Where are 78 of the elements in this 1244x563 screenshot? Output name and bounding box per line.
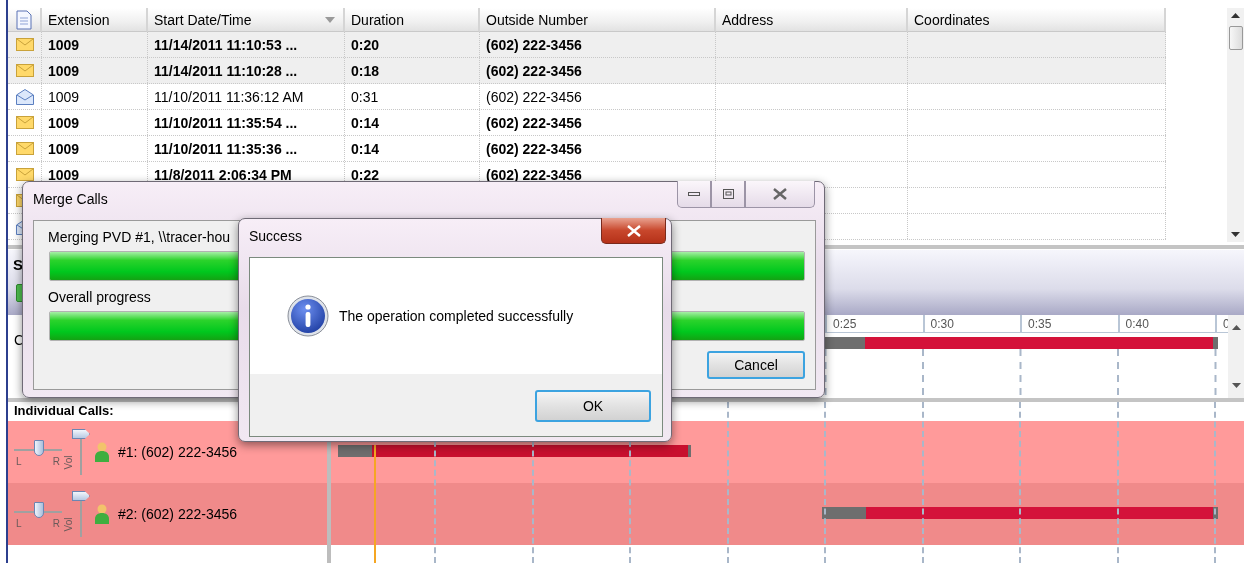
scroll-up-icon[interactable] — [1231, 325, 1241, 330]
call-label: #2: (602) 222-3456 — [118, 506, 238, 522]
progress-label: Overall progress — [48, 289, 151, 307]
column-header[interactable]: Duration — [345, 8, 480, 32]
window-title: Success — [249, 228, 302, 244]
section-title: S — [13, 256, 23, 273]
envelope-icon — [15, 116, 34, 129]
table-cell: 11/10/2011 11:35:54 ... — [154, 114, 298, 131]
table-cell: 1009 — [48, 166, 80, 183]
slider-thumb[interactable] — [34, 502, 44, 518]
scroll-thumb[interactable] — [1228, 26, 1243, 50]
table-row[interactable]: 1009 11/10/2011 11:36:12 AM 0:31 (602) 222-3456 — [8, 84, 1166, 110]
table-cell: 0:14 — [351, 114, 380, 131]
table-cell: (602) 222-3456 — [486, 114, 582, 131]
time-tick-label: 0:30 — [922, 315, 1020, 332]
envelope-icon — [15, 168, 34, 181]
table-cell: 0:31 — [351, 88, 379, 105]
envelope-icon — [15, 142, 34, 155]
table-cell: 0:18 — [351, 62, 380, 79]
slider-thumb[interactable] — [72, 429, 90, 439]
cancel-button[interactable]: Cancel — [707, 351, 805, 379]
minimize-icon — [688, 192, 700, 196]
scroll-down-icon[interactable] — [1231, 383, 1241, 388]
close-icon — [773, 188, 787, 200]
info-icon — [287, 295, 329, 337]
time-tick-label: 0:35 — [1020, 315, 1118, 332]
table-cell: 1009 — [48, 140, 80, 157]
ok-button[interactable]: OK — [535, 390, 651, 422]
person-icon — [94, 504, 110, 524]
slider-thumb[interactable] — [72, 491, 90, 501]
table-cell: (602) 222-3456 — [486, 62, 582, 79]
table-row[interactable]: 1009 11/10/2011 11:35:36 ... 0:14 (602) 222-3456 — [8, 136, 1166, 162]
envelope-icon — [15, 64, 34, 77]
maximize-icon — [722, 189, 734, 199]
table-cell: (602) 222-3456 — [486, 36, 582, 53]
table-cell: 1009 — [48, 114, 80, 131]
close-button[interactable] — [601, 218, 666, 244]
column-header[interactable]: Coordinates — [908, 8, 1166, 32]
table-cell: 11/14/2011 11:10:53 ... — [154, 36, 298, 53]
table-cell: 11/10/2011 11:35:36 ... — [154, 140, 298, 157]
table-cell: (602) 222-3456 — [486, 140, 582, 157]
time-tick-label: 0:40 — [1117, 315, 1215, 332]
column-header[interactable]: Outside Number — [480, 8, 716, 32]
table-cell: 0:20 — [351, 36, 380, 53]
message-text: The operation completed successfully — [339, 308, 574, 324]
column-header[interactable]: Address — [716, 8, 908, 32]
column-header[interactable]: Extension — [42, 8, 148, 32]
scroll-down-icon[interactable] — [1231, 232, 1240, 237]
open-envelope-icon — [15, 88, 34, 105]
table-cell: 0:22 — [351, 166, 380, 183]
table-cell: 1009 — [48, 62, 80, 79]
document-icon — [16, 9, 32, 30]
column-header[interactable]: Start Date/Time — [148, 8, 345, 32]
close-button[interactable] — [745, 181, 815, 208]
table-cell: 11/14/2011 11:10:28 ... — [154, 62, 298, 79]
scroll-up-icon[interactable] — [1231, 13, 1240, 18]
table-cell: (602) 222-3456 — [486, 166, 582, 183]
close-icon — [626, 224, 641, 237]
table-row[interactable]: 1009 11/10/2011 11:35:54 ... 0:14 (602) 222-3456 — [8, 110, 1166, 136]
scrollbar[interactable] — [1228, 315, 1244, 398]
window-title: Merge Calls — [33, 191, 108, 207]
table-cell: (602) 222-3456 — [486, 88, 582, 105]
table-cell: 1009 — [48, 36, 80, 53]
section-title: Individual Calls: — [13, 402, 114, 420]
scrollbar[interactable] — [1227, 8, 1244, 242]
maximize-button[interactable] — [711, 181, 745, 208]
minimize-button[interactable] — [677, 181, 711, 208]
table-cell: 1009 — [48, 88, 80, 105]
call-label: #1: (602) 222-3456 — [118, 444, 238, 460]
table-row[interactable]: 1009 11/14/2011 11:10:28 ... 0:18 (602) 222-3456 — [8, 58, 1166, 84]
slider-thumb[interactable] — [34, 440, 44, 456]
table-row[interactable]: 1009 11/14/2011 11:10:53 ... 0:20 (602) 222-3456 — [8, 32, 1166, 58]
person-icon — [94, 442, 110, 462]
table-cell: 0:14 — [351, 140, 380, 157]
table-cell: 11/10/2011 11:36:12 AM — [154, 88, 304, 105]
progress-label: Merging PVD #1, \\tracer-hou — [48, 229, 231, 247]
envelope-icon — [15, 38, 34, 51]
table-cell: 11/8/2011 2:06:34 PM — [154, 166, 292, 183]
